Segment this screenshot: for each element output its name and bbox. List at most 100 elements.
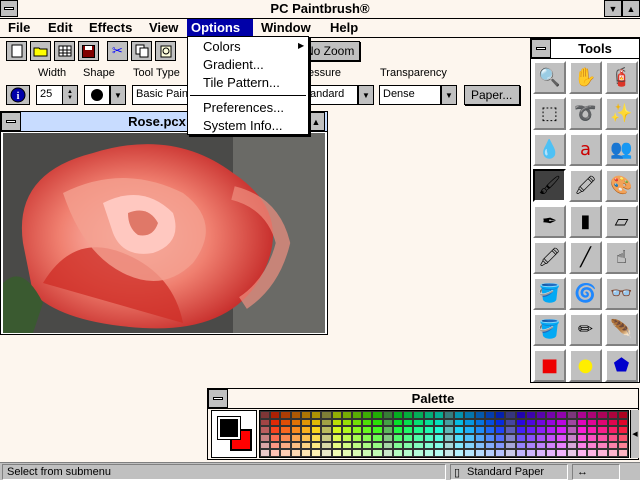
color-swatch[interactable]: [372, 426, 383, 434]
color-swatch[interactable]: [331, 433, 342, 442]
color-swatch[interactable]: [280, 426, 291, 434]
color-swatch[interactable]: [546, 418, 557, 427]
color-swatch[interactable]: [392, 411, 404, 419]
color-swatch[interactable]: [546, 426, 557, 434]
color-swatch[interactable]: [454, 433, 465, 442]
color-swatch[interactable]: [300, 411, 312, 419]
color-swatch[interactable]: [474, 411, 485, 419]
color-swatch[interactable]: [311, 418, 322, 427]
smear-tool[interactable]: ☝: [605, 241, 638, 274]
color-swatch[interactable]: [576, 449, 588, 457]
color-swatch[interactable]: [321, 426, 332, 434]
tool-type-select[interactable]: Basic Paint: [132, 85, 190, 105]
paste-button[interactable]: [155, 41, 176, 61]
color-swatch[interactable]: [331, 449, 342, 457]
menu-file[interactable]: File: [4, 19, 34, 37]
color-swatch[interactable]: [392, 449, 404, 457]
color-swatch[interactable]: [505, 441, 516, 450]
color-swatch[interactable]: [576, 418, 588, 427]
color-swatch[interactable]: [372, 418, 383, 427]
color-swatch[interactable]: [515, 449, 526, 457]
color-swatch[interactable]: [311, 433, 322, 442]
color-swatch[interactable]: [433, 433, 444, 442]
color-swatch[interactable]: [495, 426, 506, 434]
color-swatch[interactable]: [403, 441, 414, 450]
width-spinner[interactable]: ▲ ▼: [62, 85, 78, 105]
color-swatches[interactable]: [259, 410, 629, 458]
color-swatch[interactable]: [403, 433, 414, 442]
color-swatch[interactable]: [341, 449, 352, 457]
color-swatch[interactable]: [454, 418, 465, 427]
color-swatch[interactable]: [311, 411, 322, 419]
color-swatch[interactable]: [556, 433, 567, 442]
menu-edit[interactable]: Edit: [44, 19, 77, 37]
color-swatch[interactable]: [270, 433, 281, 442]
text-tool[interactable]: a: [569, 133, 602, 166]
color-swatch[interactable]: [505, 426, 516, 434]
color-swatch[interactable]: [556, 418, 567, 427]
color-swatch[interactable]: [525, 441, 536, 450]
color-swatch[interactable]: [352, 449, 363, 457]
paper-button[interactable]: Paper...: [464, 85, 520, 105]
color-swatch[interactable]: [260, 433, 271, 442]
color-swatch[interactable]: [484, 433, 496, 442]
color-swatch[interactable]: [413, 418, 424, 427]
color-swatch[interactable]: [536, 411, 547, 419]
color-swatch[interactable]: [566, 426, 577, 434]
color-swatch[interactable]: [536, 433, 547, 442]
color-swatch[interactable]: [403, 426, 414, 434]
color-swatch[interactable]: [607, 411, 618, 419]
info-button[interactable]: i: [6, 85, 30, 105]
spray-can-tool[interactable]: 🧯: [605, 61, 638, 94]
color-swatch[interactable]: [362, 441, 373, 450]
color-swatch[interactable]: [495, 418, 506, 427]
color-swatch[interactable]: [270, 411, 281, 419]
color-swatch[interactable]: [413, 449, 424, 457]
color-swatch[interactable]: [290, 433, 301, 442]
color-swatch[interactable]: [566, 411, 577, 419]
zoom-button[interactable]: No Zoom: [300, 41, 360, 61]
color-swatch[interactable]: [321, 441, 332, 450]
color-swatch[interactable]: [597, 418, 608, 427]
color-swatch[interactable]: [515, 441, 526, 450]
menu-effects[interactable]: Effects: [85, 19, 136, 37]
color-swatch[interactable]: [566, 433, 577, 442]
color-swatch[interactable]: [566, 449, 577, 457]
color-swatch[interactable]: [484, 441, 496, 450]
ellipse-tool[interactable]: ●: [569, 349, 602, 382]
color-swatch[interactable]: [372, 411, 383, 419]
color-swatch[interactable]: [515, 433, 526, 442]
color-swatch[interactable]: [525, 411, 536, 419]
color-swatch[interactable]: [536, 449, 547, 457]
transparency-select[interactable]: Dense: [379, 85, 441, 105]
color-swatch[interactable]: [607, 449, 618, 457]
color-swatch[interactable]: [300, 426, 312, 434]
width-input[interactable]: 25: [36, 85, 63, 105]
pressure-dropdown-button[interactable]: ▼: [358, 85, 374, 105]
color-swatch[interactable]: [280, 418, 291, 427]
color-swatch[interactable]: [290, 449, 301, 457]
palette-titlebar[interactable]: Palette: [208, 389, 638, 409]
color-swatch[interactable]: [331, 418, 342, 427]
clone-tool[interactable]: 👥: [605, 133, 638, 166]
color-swatch[interactable]: [260, 426, 271, 434]
color-swatch[interactable]: [372, 449, 383, 457]
color-swatch[interactable]: [341, 426, 352, 434]
mixer-tool[interactable]: 🌀: [569, 277, 602, 310]
pencil-tool[interactable]: ✏: [569, 313, 602, 346]
cut-button[interactable]: ✂: [107, 41, 128, 61]
color-swatch[interactable]: [403, 411, 414, 419]
minimize-button[interactable]: ▼: [604, 0, 622, 17]
color-swatch[interactable]: [556, 449, 567, 457]
color-swatch[interactable]: [587, 426, 598, 434]
crayons-tool[interactable]: 🖍: [533, 241, 566, 274]
color-swatch[interactable]: [433, 449, 444, 457]
color-swatch[interactable]: [321, 411, 332, 419]
color-swatch[interactable]: [617, 449, 628, 457]
color-swatch[interactable]: [617, 426, 628, 434]
rect-select-tool[interactable]: ⬚: [533, 97, 566, 130]
color-swatch[interactable]: [597, 426, 608, 434]
color-swatch[interactable]: [372, 441, 383, 450]
color-swatch[interactable]: [352, 433, 363, 442]
color-swatch[interactable]: [270, 441, 281, 450]
